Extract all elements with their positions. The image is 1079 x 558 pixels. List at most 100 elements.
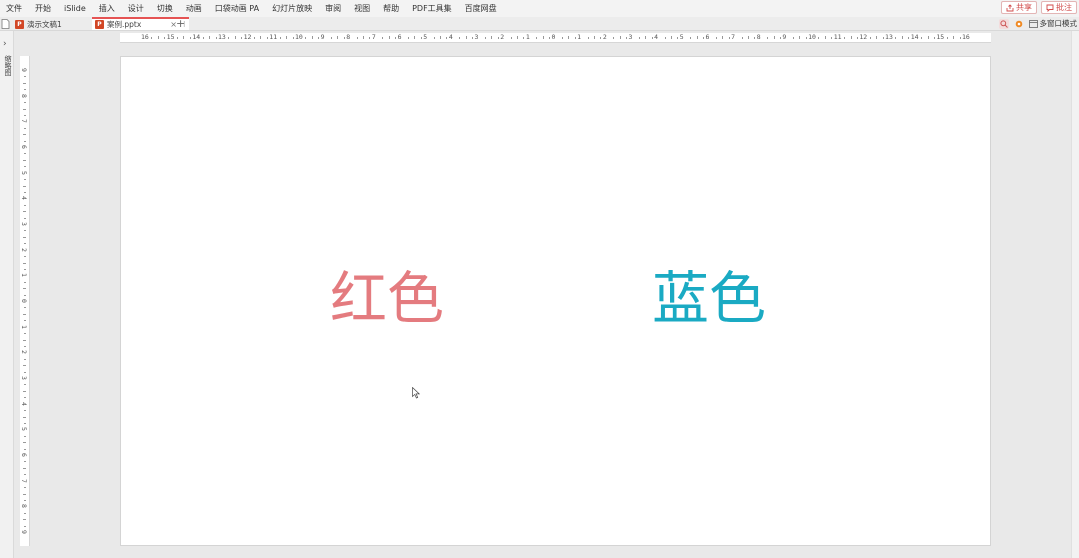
menu-design[interactable]: 设计	[122, 0, 151, 17]
ruler-v-tick	[24, 114, 26, 116]
thumbnail-pane-collapsed[interactable]: › 缩略图	[0, 31, 14, 558]
tab-presentation1[interactable]: P 演示文稿1	[12, 18, 65, 30]
ruler-v-tick	[24, 294, 26, 296]
menu-slideshow[interactable]: 幻灯片放映	[266, 0, 319, 17]
menu-view[interactable]: 视图	[348, 0, 377, 17]
ruler-v-tick	[23, 108, 26, 110]
ruler-h-tick	[536, 37, 538, 39]
ruler-v-tick	[24, 371, 26, 373]
ruler-h-tick	[472, 37, 474, 39]
ruler-h-tick	[241, 37, 243, 39]
menu-file[interactable]: 文件	[0, 0, 29, 17]
ruler-v-tick	[24, 230, 26, 232]
comment-button[interactable]: 批注	[1041, 1, 1077, 14]
ruler-h-tick	[805, 37, 807, 39]
ruler-v-tick	[23, 493, 26, 495]
menu-home[interactable]: 开始	[29, 0, 58, 17]
ruler-h-label: 2	[500, 33, 505, 41]
ruler-h-label: 16	[141, 33, 149, 41]
tab-label: 演示文稿1	[27, 19, 62, 29]
ruler-v-tick	[24, 127, 26, 129]
ruler-h-tick	[382, 37, 384, 39]
ruler-h-label: 8	[756, 33, 761, 41]
menu-pocket-animation[interactable]: 口袋动画 PA	[209, 0, 266, 17]
ruler-v-label: 4	[20, 401, 28, 406]
ruler-h-tick	[568, 36, 570, 39]
menu-help[interactable]: 帮助	[377, 0, 406, 17]
ruler-v-label: 9	[20, 530, 28, 534]
ruler-v-tick	[24, 268, 26, 270]
ruler-h-tick	[927, 36, 929, 39]
ruler-h-tick	[286, 36, 288, 39]
file-icon[interactable]	[1, 19, 10, 29]
ruler-v-tick	[24, 191, 26, 193]
ruler-h-tick	[510, 37, 512, 39]
ruler-h-tick	[343, 37, 345, 39]
ruler-h-label: 14	[192, 33, 201, 41]
menu-review[interactable]: 审阅	[319, 0, 348, 17]
red-text-box[interactable]: 红色	[330, 271, 444, 328]
menu-pdf-tools[interactable]: PDF工具集	[406, 0, 459, 17]
horizontal-ruler[interactable]: 16 15 14 13 12 11 10 9 8 7 6 5 4 3 2 1 0 1 2 3 4 5 6 7 8 9 10 11 12 1…	[120, 33, 991, 43]
ruler-v-label: 3	[20, 376, 28, 380]
chevron-right-icon[interactable]: ›	[3, 39, 7, 49]
vertical-scrollbar[interactable]	[1071, 31, 1079, 558]
search-icon[interactable]	[998, 18, 1009, 29]
ruler-v-tick	[24, 281, 26, 283]
ruler-h-tick	[728, 37, 730, 39]
ruler-h-label: 1	[525, 33, 530, 41]
ruler-h-tick	[953, 36, 955, 39]
ruler-h-tick	[799, 36, 801, 39]
ruler-v-label: 6	[20, 145, 28, 149]
slide-canvas[interactable]: 红色 蓝色	[120, 56, 991, 546]
vertical-ruler[interactable]: 9 8 7 6 5 4 3 2 1 0 1 2 3 4 5 6 7 8 9	[20, 56, 30, 546]
ruler-h-label: 16	[962, 33, 970, 41]
menu-islide[interactable]: iSlide	[58, 0, 93, 17]
ruler-h-label: 3	[628, 33, 633, 41]
ruler-v-tick	[23, 519, 26, 521]
ruler-h-tick	[921, 37, 923, 39]
gear-icon[interactable]	[1014, 19, 1024, 29]
ruler-v-tick	[24, 474, 26, 476]
ruler-h-label: 1	[577, 33, 582, 41]
ruler-v-tick	[24, 76, 26, 78]
share-button[interactable]: 共享	[1001, 1, 1037, 14]
ruler-h-tick	[831, 37, 833, 39]
ruler-v-tick	[24, 204, 26, 206]
ruler-v-tick	[23, 236, 26, 238]
ruler-h-label: 15	[166, 33, 175, 41]
ruler-v-tick	[23, 390, 26, 392]
ruler-h-label: 4	[654, 33, 659, 41]
ruler-v-label: 2	[20, 350, 28, 355]
ruler-v-tick	[24, 435, 26, 437]
ruler-h-tick	[869, 37, 871, 39]
multiwindow-button[interactable]: 多窗口模式	[1028, 18, 1077, 29]
ruler-h-tick	[824, 36, 826, 39]
menu-baidu-netdisk[interactable]: 百度网盘	[459, 0, 504, 17]
ruler-h-label: 13	[217, 33, 226, 41]
ruler-h-tick	[331, 37, 332, 39]
menu-animations[interactable]: 动画	[180, 0, 209, 17]
ruler-v-tick	[23, 159, 26, 161]
menu-transitions[interactable]: 切换	[151, 0, 180, 17]
ruler-h-tick	[670, 36, 672, 39]
tab-case-pptx[interactable]: P 案例.pptx × ⁝	[92, 17, 189, 30]
ruler-v-label: 4	[20, 196, 28, 201]
menu-insert[interactable]: 插入	[93, 0, 122, 17]
document-tab-bar: P 演示文稿1 P 案例.pptx × ⁝ + 多窗口模式	[0, 17, 1079, 31]
ruler-h-tick	[433, 37, 435, 39]
ruler-h-tick	[792, 37, 794, 39]
new-tab-button[interactable]: +	[176, 17, 185, 31]
ruler-h-tick	[946, 37, 948, 39]
ruler-h-tick	[497, 37, 499, 39]
comment-icon	[1046, 4, 1054, 12]
ruler-h-tick	[767, 37, 769, 39]
blue-text-box[interactable]: 蓝色	[652, 271, 766, 328]
ruler-v-tick	[23, 288, 26, 290]
ruler-h-tick	[183, 36, 185, 39]
ruler-v-tick	[23, 416, 26, 418]
ruler-h-tick	[895, 37, 897, 39]
ruler-h-tick	[523, 37, 525, 39]
ruler-h-label: 11	[269, 33, 278, 41]
ruler-v-label: 9	[20, 68, 28, 72]
